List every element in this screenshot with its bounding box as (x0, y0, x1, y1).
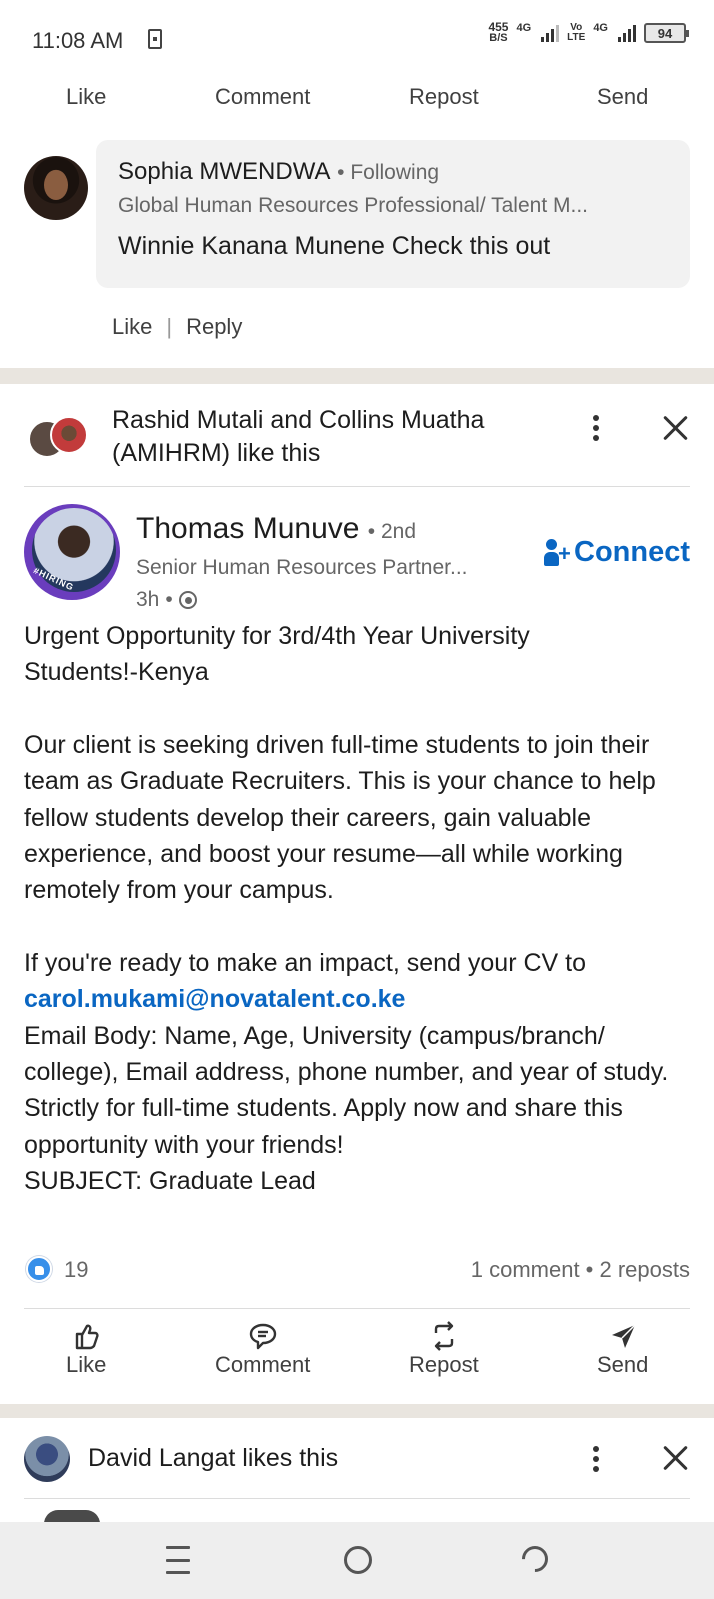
close-icon[interactable] (662, 414, 690, 442)
repost-button[interactable]: Repost (409, 84, 479, 110)
repost-label: Repost (409, 1352, 479, 1377)
like-reaction-icon (26, 1256, 52, 1282)
post-body-paragraph: Email Body: Name, Age, University (campu… (24, 1021, 669, 1159)
like-button[interactable]: Like (66, 1320, 106, 1378)
social-context-avatars (28, 416, 94, 460)
comment-bubble[interactable]: Sophia MWENDWA • Following Global Human … (96, 140, 690, 288)
repost-button[interactable]: Repost (409, 1320, 479, 1378)
more-options-icon[interactable] (584, 412, 608, 444)
like-button[interactable]: Like (66, 84, 106, 110)
person-add-icon: + (544, 538, 571, 567)
post-body-paragraph: Our client is seeking driven full-time s… (24, 730, 656, 905)
social-context-row: Rashid Mutali and Collins Muatha (AMIHRM… (0, 384, 714, 486)
volte-icon: Vo LTE (567, 23, 585, 43)
comment-author-headline: Global Human Resources Professional/ Tal… (118, 194, 588, 217)
comment-author-line: Sophia MWENDWA • Following (118, 158, 668, 186)
status-time: 11:08 AM (32, 28, 124, 53)
signal-strength-icon (541, 24, 560, 42)
recent-apps-icon[interactable] (166, 1546, 190, 1574)
divider (24, 1498, 690, 1499)
social-context-text[interactable]: Rashid Mutali and Collins Muatha (AMIHRM… (112, 404, 552, 470)
post-body-subject: SUBJECT: Graduate Lead (24, 1167, 316, 1196)
comment-author-name[interactable]: Sophia MWENDWA (118, 158, 330, 185)
post-body: Urgent Opportunity for 3rd/4th Year Univ… (24, 618, 694, 1200)
volte-bottom: LTE (567, 32, 586, 43)
connection-degree: 2nd (380, 520, 417, 543)
network-speed-unit: B/S (489, 32, 508, 44)
sim2-network-label: 4G (593, 22, 608, 34)
post-body-paragraph: If you're ready to make an impact, send … (24, 948, 586, 977)
comment-label: Comment (215, 84, 311, 109)
activity-context-text[interactable]: David Langat likes this (88, 1444, 338, 1473)
sim-card-icon (148, 29, 162, 49)
comment-follow-status: Following (350, 161, 440, 184)
send-button[interactable]: Send (597, 1320, 648, 1378)
post-author-name[interactable]: Thomas Munuve (136, 512, 359, 545)
send-label: Send (597, 1352, 649, 1377)
divider (24, 1308, 690, 1309)
repost-icon (430, 1320, 458, 1352)
comment-like-button[interactable]: Like (112, 314, 152, 340)
reaction-count[interactable]: 19 (64, 1257, 88, 1283)
home-icon[interactable] (344, 1546, 372, 1574)
time-separator: • (165, 588, 173, 611)
post-time: 3h (136, 588, 160, 611)
connect-button[interactable]: + Connect (544, 536, 690, 569)
post-author-avatar[interactable]: #HIRING (24, 504, 120, 600)
comment-button[interactable]: Comment (215, 84, 310, 110)
comment-button[interactable]: Comment (215, 1320, 310, 1378)
send-label: Send (597, 84, 649, 109)
degree-separator: • (367, 520, 381, 543)
activity-avatar[interactable] (24, 1436, 70, 1482)
thumbs-up-icon (73, 1320, 99, 1352)
repost-label: Repost (409, 84, 479, 109)
post-timestamp: 3h • (136, 588, 197, 612)
comment-actions-divider: | (166, 314, 173, 339)
email-link[interactable]: carol.mukami@novatalent.co.ke (24, 981, 694, 1017)
more-options-icon[interactable] (584, 1443, 608, 1475)
send-icon (609, 1320, 637, 1352)
close-icon[interactable] (662, 1444, 690, 1472)
feed-divider (0, 1404, 714, 1418)
signal-strength-icon (618, 24, 636, 42)
post-author-headline: Senior Human Resources Partner... (136, 556, 468, 579)
send-button[interactable]: Send (597, 84, 648, 110)
comment-text: Winnie Kanana Munene Check this out (118, 232, 551, 260)
engagement-summary[interactable]: 1 comment • 2 reposts (471, 1257, 690, 1283)
system-nav-bar (0, 1522, 714, 1599)
feed-divider (0, 368, 714, 384)
post-author-line: Thomas Munuve • 2nd (136, 512, 416, 546)
post-body-line: Urgent Opportunity for 3rd/4th Year Univ… (24, 622, 530, 650)
post-actions: Like Comment Repost Send (0, 1320, 714, 1390)
comment-icon (248, 1320, 278, 1352)
comment-author-avatar[interactable] (24, 156, 88, 220)
previous-post-actions: Like Comment Repost Send (0, 80, 714, 140)
sim1-network-label: 4G (516, 22, 532, 34)
comment-label: Comment (215, 1352, 311, 1377)
status-indicators: 455 B/S 4G Vo LTE 4G 94 (488, 21, 689, 44)
network-speed: 455 B/S (488, 21, 508, 44)
like-label: Like (66, 84, 107, 109)
post-body-line: Students!-Kenya (24, 658, 209, 687)
back-icon[interactable] (516, 1540, 554, 1578)
comment-reply-button[interactable]: Reply (186, 314, 242, 340)
status-bar: 11:08 AM 455 B/S 4G Vo LTE 4G 94 (0, 0, 714, 80)
connect-label: Connect (574, 536, 690, 568)
battery-level: 94 (657, 25, 673, 41)
avatar (50, 416, 88, 454)
comment-follow-separator: • (337, 161, 351, 184)
globe-icon (178, 591, 197, 609)
like-label: Like (66, 1352, 107, 1377)
comment-actions: Like | Reply (112, 314, 242, 340)
divider (24, 486, 690, 487)
battery-icon: 94 (644, 23, 689, 43)
